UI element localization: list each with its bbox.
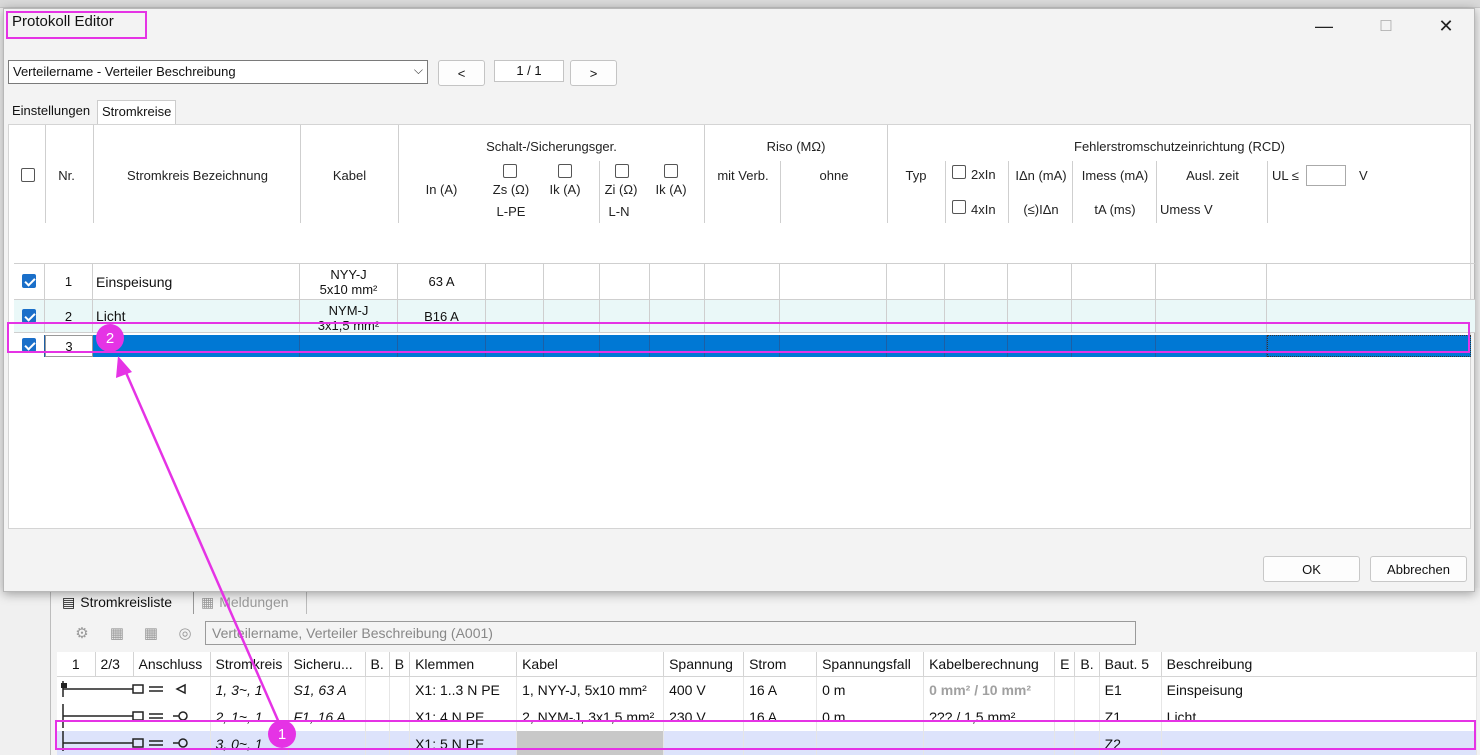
- annotation-badge-1: 1: [268, 720, 296, 748]
- annotation-arrow: [116, 356, 282, 726]
- annotation-badge-2: 2: [96, 324, 124, 352]
